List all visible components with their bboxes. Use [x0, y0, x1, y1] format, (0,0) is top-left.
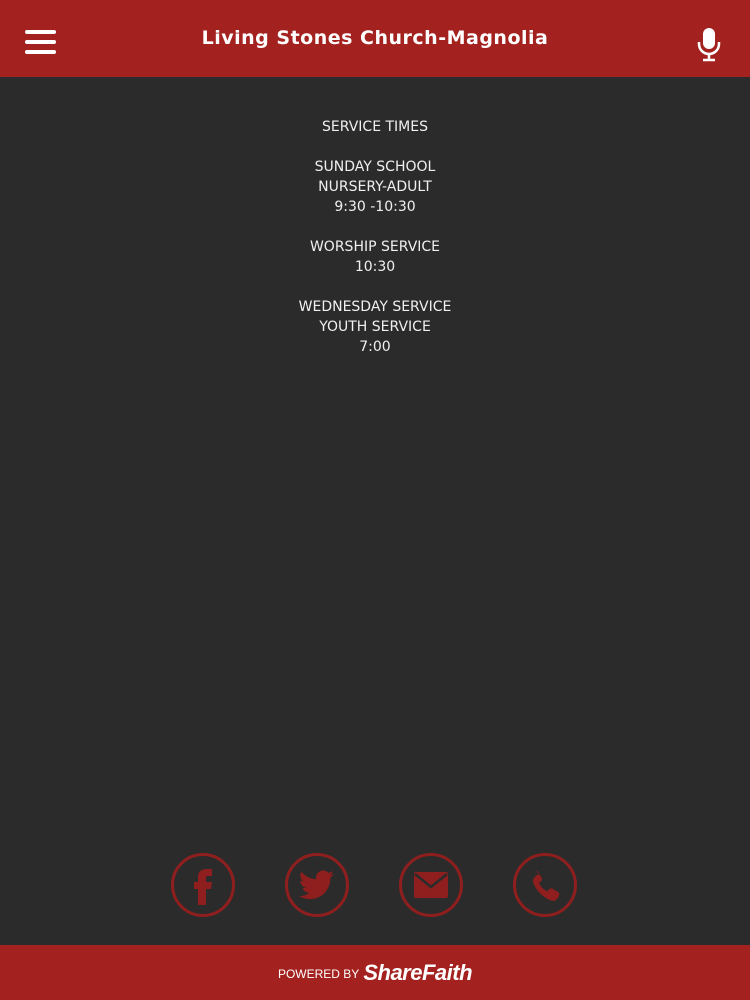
text-line: YOUTH SERVICE — [319, 319, 431, 335]
text-line — [0, 277, 750, 297]
page-title: Living Stones Church-Magnolia — [201, 26, 549, 49]
text-line: SUNDAY SCHOOL — [314, 159, 436, 175]
text-line: 10:30 — [354, 259, 396, 275]
email-button[interactable] — [399, 853, 463, 917]
facebook-button[interactable] — [171, 853, 235, 917]
text-line: WEDNESDAY SERVICE — [298, 299, 452, 315]
app-footer: POWERED BY ShareFaith — [0, 945, 750, 1000]
text-line: 9:30 -10:30 — [334, 199, 416, 215]
hamburger-menu-icon[interactable] — [25, 30, 56, 58]
powered-by-label: POWERED BY — [277, 967, 360, 981]
phone-button[interactable] — [513, 853, 577, 917]
menu-bar — [25, 50, 56, 54]
app-header: Living Stones Church-Magnolia — [0, 0, 750, 77]
sharefaith-logo[interactable]: ShareFaith — [363, 960, 472, 986]
social-links — [0, 853, 750, 921]
text-line: SERVICE TIMES — [322, 119, 428, 135]
text-line — [0, 217, 750, 237]
phone-icon — [532, 871, 560, 901]
service-times-text: SERVICE TIMES SUNDAY SCHOOL NURSERY-ADUL… — [0, 117, 750, 357]
microphone-icon[interactable] — [697, 28, 721, 62]
twitter-icon — [299, 870, 334, 900]
text-line: WORSHIP SERVICE — [309, 239, 441, 255]
email-icon — [414, 872, 448, 898]
menu-bar — [25, 40, 56, 44]
facebook-icon — [194, 869, 212, 905]
app-root: Living Stones Church-Magnolia SERVICE TI… — [0, 0, 750, 1000]
text-line — [0, 137, 750, 157]
twitter-button[interactable] — [285, 853, 349, 917]
menu-bar — [25, 30, 56, 34]
text-line: NURSERY-ADULT — [318, 179, 432, 195]
text-line: 7:00 — [359, 339, 391, 355]
